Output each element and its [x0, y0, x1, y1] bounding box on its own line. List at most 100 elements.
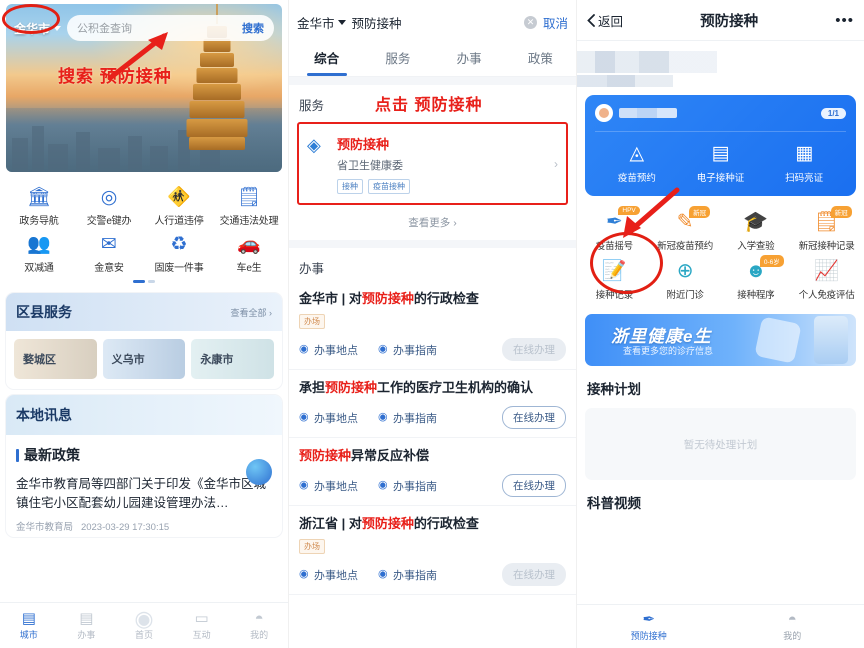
- tab-综合[interactable]: 综合: [291, 42, 362, 76]
- banshi-location-link[interactable]: ◉ 办事地点: [299, 410, 358, 426]
- city-selector[interactable]: 金华市: [297, 13, 346, 32]
- feature-badge: HPV: [618, 206, 640, 215]
- accent-bar: [16, 448, 19, 462]
- view-more-link[interactable]: 查看更多 ›: [289, 205, 576, 240]
- redacted-block: [577, 51, 717, 73]
- card-counter: 1/1: [820, 107, 846, 119]
- banshi-item-title: 金华市 | 对预防接种的行政检查: [299, 290, 566, 308]
- redacted-block: [577, 75, 673, 87]
- feature-新冠疫苗预约[interactable]: 新冠 ✎ 新冠疫苗预约: [650, 206, 721, 255]
- building: [48, 144, 68, 172]
- feature-grid: HPV ✒ 疫苗摇号 新冠 ✎ 新冠疫苗预约 🎓 入学查验 新冠 🗒 新冠接种记…: [577, 196, 864, 308]
- quick-item-车e生[interactable]: 🚗 车e生: [214, 229, 284, 276]
- title-highlight: 预防接种: [361, 516, 414, 531]
- search-input[interactable]: 预防接种 ✕: [352, 10, 537, 34]
- region-card-永康市[interactable]: 永康市: [191, 339, 275, 379]
- policy-time: 2023-03-29 17:30:15: [80, 522, 170, 533]
- chevron-left-icon: [587, 14, 595, 27]
- banshi-section-title: 办事: [299, 262, 325, 276]
- search-button[interactable]: 搜索: [242, 20, 264, 36]
- feature-新冠接种记录[interactable]: 新冠 🗒 新冠接种记录: [791, 206, 862, 255]
- carousel-dot[interactable]: [148, 280, 155, 283]
- feature-label: 新冠疫苗预约: [657, 241, 714, 252]
- tab-服务[interactable]: 服务: [362, 42, 433, 76]
- plan-empty-state: 暂无待处理计划: [585, 408, 856, 480]
- back-label: 返回: [598, 15, 624, 29]
- link-label: 办事指南: [393, 412, 437, 425]
- tab-政策[interactable]: 政策: [505, 42, 576, 76]
- quick-item-人行道违停[interactable]: 🚸 人行道违停: [144, 182, 214, 229]
- middle-phone-panel: 金华市 预防接种 ✕ 取消 综合 服务 办事 政策 服务 点击 预防接种 ◈ 预…: [288, 0, 576, 648]
- more-menu-icon[interactable]: •••: [835, 12, 854, 29]
- tabbar-item-我的[interactable]: ◓ 我的: [230, 610, 288, 641]
- back-button[interactable]: 返回: [587, 11, 623, 30]
- feature-label: 接种记录: [595, 290, 633, 301]
- banshi-location-link[interactable]: ◉ 办事地点: [299, 342, 358, 358]
- quick-item-政务导航[interactable]: 🏛 政务导航: [4, 182, 74, 229]
- quick-item-交通违法处理[interactable]: 🗒 交通违法处理: [214, 182, 284, 229]
- banshi-list-item[interactable]: 浙江省 | 对预防接种的行政检查 办场 ◉ 办事地点 ◉ 办事指南 在线办理: [289, 506, 576, 595]
- quick-access-row: 👥 双减通 ✉ 金意安 ♻ 固废一件事 🚗 车e生: [4, 229, 284, 276]
- tabbar-item-办事[interactable]: ▤ 办事: [58, 610, 116, 641]
- service-result-card[interactable]: ◈ 预防接种 省卫生健康委 接种 疫苗接种 ›: [297, 122, 568, 205]
- person-icon: ◓: [787, 611, 797, 628]
- feature-接种程序[interactable]: 0-6岁 ☻ 接种程序: [721, 255, 792, 304]
- banshi-guide-link[interactable]: ◉ 办事指南: [378, 410, 437, 426]
- city-selector[interactable]: 金华市: [14, 20, 62, 37]
- card-action-疫苗预约[interactable]: ◬ 疫苗预约: [595, 142, 679, 184]
- policy-body: 金华市教育局等四部门关于印发《金华市区城镇住宅小区配套幼儿园建设管理办法…: [16, 477, 267, 510]
- carousel-dots[interactable]: [4, 280, 284, 283]
- banshi-guide-link[interactable]: ◉ 办事指南: [378, 567, 437, 583]
- tabbar-label: 城市: [19, 630, 38, 640]
- search-input[interactable]: 公积金查询 搜索: [67, 15, 274, 41]
- online-handle-button[interactable]: 在线办理: [502, 474, 566, 497]
- banshi-list-item[interactable]: 金华市 | 对预防接种的行政检查 办场 ◉ 办事地点 ◉ 办事指南 在线办理: [289, 281, 576, 370]
- tabbar-item-城市[interactable]: ▤ 城市: [0, 610, 58, 641]
- online-handle-button[interactable]: 在线办理: [502, 338, 566, 361]
- region-card-婺城区[interactable]: 婺城区: [14, 339, 97, 379]
- cancel-button[interactable]: 取消: [543, 13, 568, 32]
- feature-疫苗摇号[interactable]: HPV ✒ 疫苗摇号: [579, 206, 650, 255]
- tabbar-label: 互动: [192, 630, 211, 640]
- region-view-all-link[interactable]: 查看全部 ›: [231, 306, 273, 319]
- feature-个人免疫评估[interactable]: 📈 个人免疫评估: [791, 255, 862, 304]
- building: [200, 150, 220, 172]
- online-handle-button[interactable]: 在线办理: [502, 563, 566, 586]
- feature-附近门诊[interactable]: ⊕ 附近门诊: [650, 255, 721, 304]
- banner-illustration: [814, 316, 848, 364]
- nav-header: 返回 预防接种 •••: [577, 0, 864, 40]
- carousel-dot-active[interactable]: [133, 280, 145, 283]
- banshi-list-item[interactable]: 预防接种异常反应补偿 ◉ 办事地点 ◉ 办事指南 在线办理: [289, 438, 576, 506]
- tab-办事[interactable]: 办事: [434, 42, 505, 76]
- policy-block[interactable]: 最新政策 金华市教育局等四部门关于印发《金华市区城镇住宅小区配套幼儿园建设管理办…: [6, 435, 282, 537]
- online-handle-button[interactable]: 在线办理: [502, 406, 566, 429]
- people-icon: 👥: [27, 234, 51, 255]
- tabbar-item-互动[interactable]: ▭ 互动: [173, 610, 231, 641]
- tabbar-item-我的[interactable]: ◓ 我的: [721, 611, 864, 642]
- feature-接种记录[interactable]: 📝 接种记录: [579, 255, 650, 304]
- close-icon[interactable]: ✕: [523, 15, 537, 29]
- avatar: [595, 104, 613, 122]
- tabbar-item-预防接种[interactable]: ✒ 预防接种: [577, 611, 721, 642]
- feature-badge: 新冠: [830, 206, 852, 218]
- quick-item-交警e键办[interactable]: ◎ 交警e键办: [74, 182, 144, 229]
- quick-item-固废一件事[interactable]: ♻ 固废一件事: [144, 229, 214, 276]
- banshi-guide-link[interactable]: ◉ 办事指南: [378, 342, 437, 358]
- health-banner[interactable]: 浙里健康e生 查看更多您的诊疗信息: [585, 314, 856, 366]
- banner-decoration: [754, 316, 802, 364]
- feature-入学查验[interactable]: 🎓 入学查验: [721, 206, 792, 255]
- banshi-location-link[interactable]: ◉ 办事地点: [299, 567, 358, 583]
- card-action-电子接种证[interactable]: ▤ 电子接种证: [679, 142, 763, 184]
- quick-item-金意安[interactable]: ✉ 金意安: [74, 229, 144, 276]
- banshi-guide-link[interactable]: ◉ 办事指南: [378, 478, 437, 494]
- tabbar-item-首页[interactable]: ◉ 首页: [115, 608, 173, 641]
- card-action-扫码亮证[interactable]: ▦ 扫码亮证: [762, 142, 846, 184]
- banshi-list-item[interactable]: 承担预防接种工作的医疗卫生机构的确认 ◉ 办事地点 ◉ 办事指南 在线办理: [289, 370, 576, 438]
- banshi-location-link[interactable]: ◉ 办事地点: [299, 478, 358, 494]
- bank-icon: 🏛: [26, 187, 52, 208]
- region-card-义乌市[interactable]: 义乌市: [102, 339, 186, 379]
- guide-icon: ◉: [378, 411, 388, 423]
- search-bar[interactable]: 金华市 公积金查询 搜索: [14, 14, 274, 42]
- quick-item-label: 人行道违停: [154, 216, 204, 227]
- quick-item-双减通[interactable]: 👥 双减通: [4, 229, 74, 276]
